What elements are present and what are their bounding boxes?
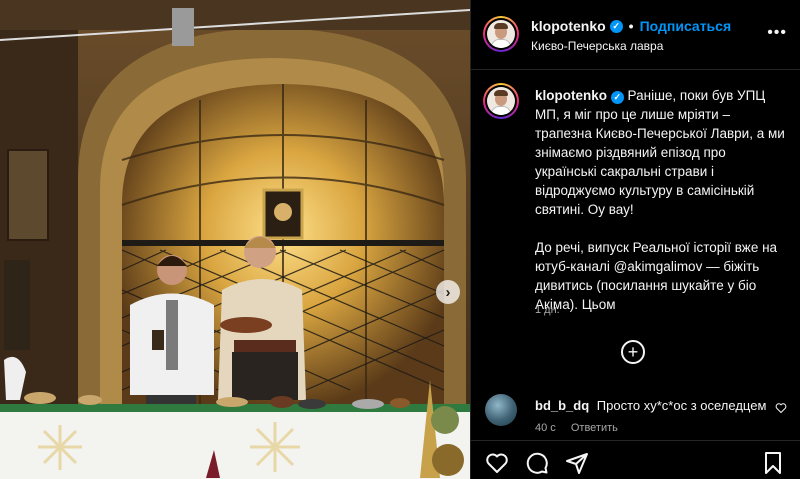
comment-timestamp: 40 с <box>535 422 556 434</box>
heart-icon[interactable] <box>485 451 509 475</box>
location-link[interactable]: Києво-Печерська лавра <box>531 39 663 53</box>
comment-text: Просто ху*с*ос з оселедцем <box>596 398 767 413</box>
comment-meta: 40 с Ответить <box>535 422 630 434</box>
post-photo[interactable]: › <box>0 0 470 479</box>
follow-button[interactable]: Подписаться <box>640 18 732 34</box>
separator-dot: • <box>628 18 634 34</box>
comment-item: bd_b_dq Просто ху*с*ос з оселедцем 40 с … <box>471 390 800 440</box>
comment-avatar[interactable] <box>485 394 517 426</box>
comment-icon[interactable] <box>525 451 549 475</box>
caption-paragraph-2: До речі, випуск Реальної історії вже на … <box>535 240 778 312</box>
caption-text: klopotenko ✓ Раніше, поки був УПЦ МП, я … <box>535 86 787 333</box>
avatar[interactable] <box>483 16 519 52</box>
username-link[interactable]: klopotenko <box>531 18 606 34</box>
post-sidebar: klopotenko ✓ • Подписаться Києво-Печерсь… <box>470 0 800 479</box>
comment-username[interactable]: bd_b_dq <box>535 398 589 413</box>
send-icon[interactable] <box>565 451 589 475</box>
header-user-row: klopotenko ✓ • Подписаться <box>531 18 731 34</box>
more-options-icon[interactable]: ••• <box>767 24 787 42</box>
comment-body: bd_b_dq Просто ху*с*ос з оселедцем <box>535 398 766 413</box>
comment-like-heart-icon[interactable] <box>775 402 787 414</box>
photo-scene <box>0 0 470 479</box>
caption-username[interactable]: klopotenko <box>535 88 607 103</box>
plus-icon: + <box>627 342 639 362</box>
carousel-next-button[interactable]: › <box>436 280 460 304</box>
verified-badge-icon: ✓ <box>609 19 623 33</box>
load-more-comments-button[interactable]: + <box>621 340 645 364</box>
caption-paragraph-1: Раніше, поки був УПЦ МП, я міг про це ли… <box>535 88 785 217</box>
caption-timestamp: 1 дн. <box>535 304 560 316</box>
action-bar <box>471 440 800 479</box>
caption-section: klopotenko ✓ Раніше, поки був УПЦ МП, я … <box>471 70 800 370</box>
chevron-right-icon: › <box>445 283 451 301</box>
bookmark-icon[interactable] <box>761 451 785 475</box>
post-header: klopotenko ✓ • Подписаться Києво-Печерсь… <box>471 0 800 70</box>
reply-button[interactable]: Ответить <box>571 422 618 434</box>
caption-avatar[interactable] <box>483 83 519 119</box>
verified-badge-icon: ✓ <box>610 91 624 104</box>
